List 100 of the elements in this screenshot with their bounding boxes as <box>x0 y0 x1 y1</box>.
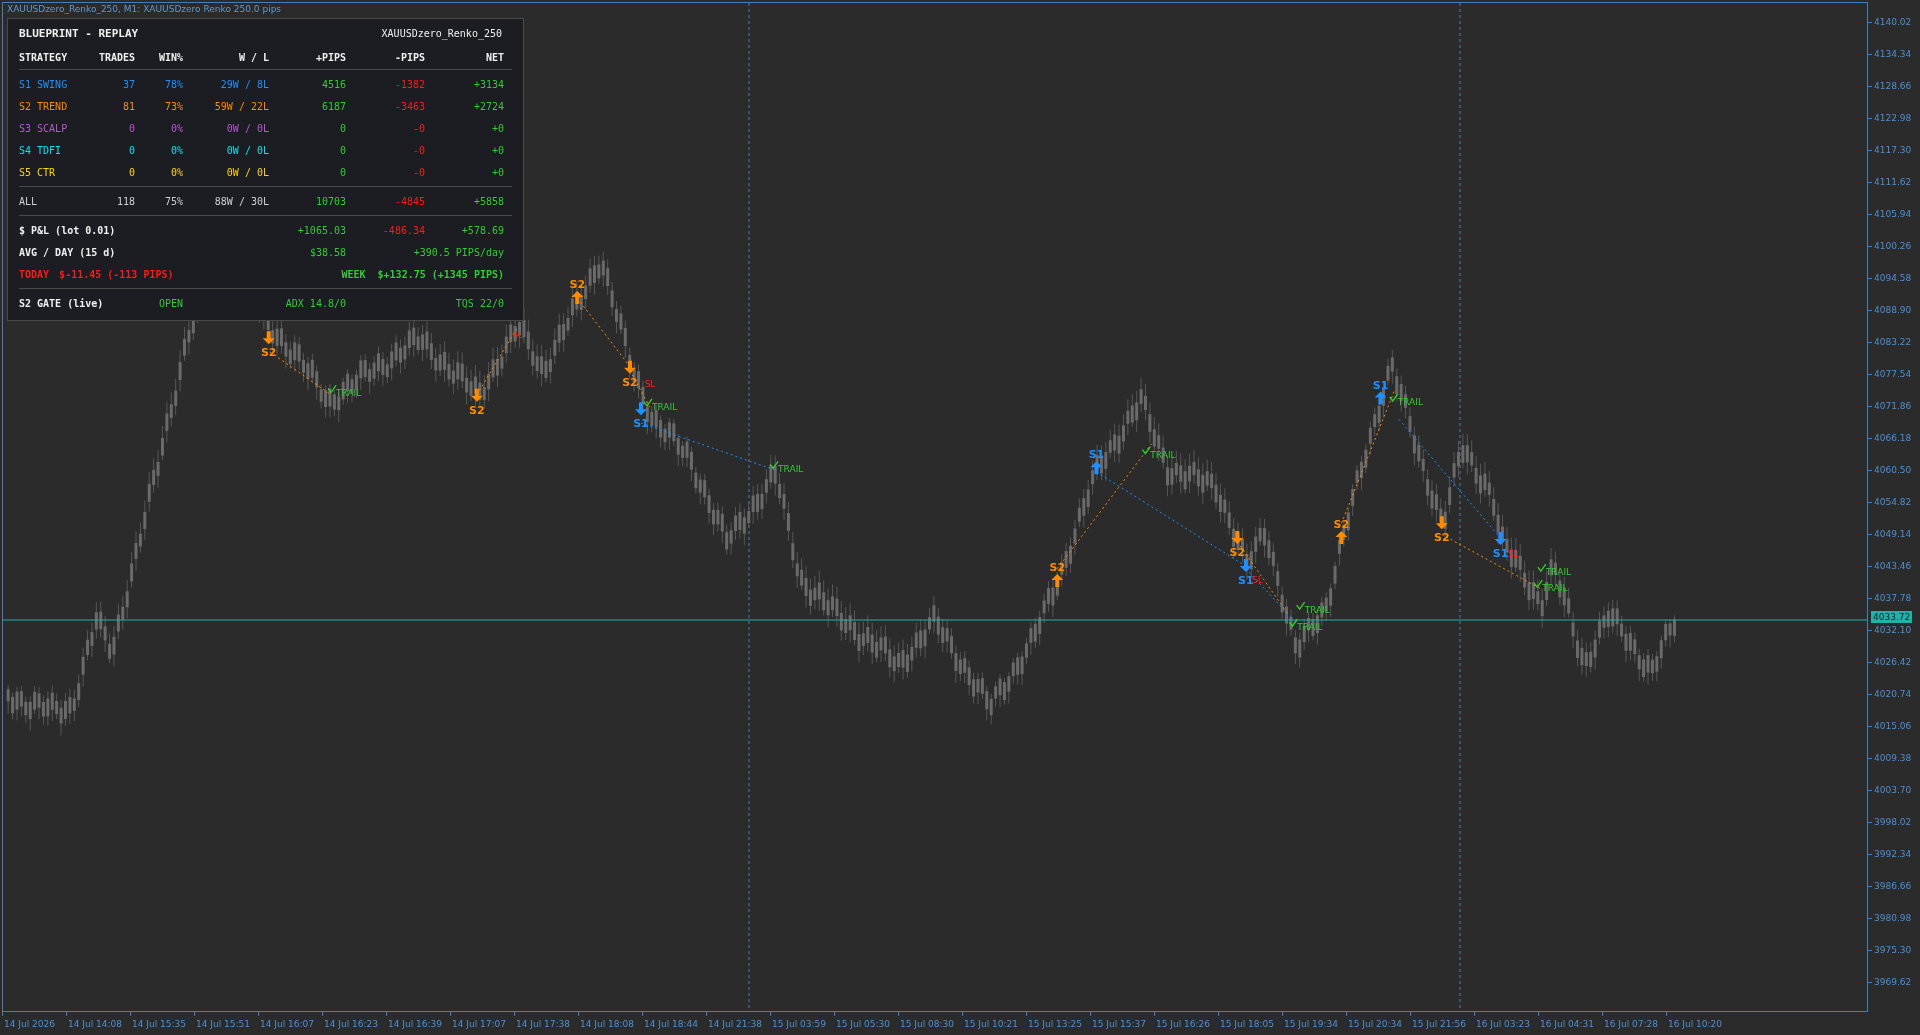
exit-label: TRAIL <box>652 401 678 412</box>
strategy-name: S4 TDFI <box>19 144 63 156</box>
time-label: 14 Jul 16:39 <box>386 1012 450 1033</box>
column-header: -PIPS <box>393 51 425 63</box>
price-label: 4100.26 <box>1868 237 1912 270</box>
time-label: 14 Jul 17:07 <box>450 1012 514 1033</box>
time-label: 14 Jul 14:08 <box>66 1012 130 1033</box>
window-title: XAUUSDzero_Renko_250, M1: XAUUSDzero Renko 250.0 pips <box>7 4 282 14</box>
column-header: W / L <box>237 51 269 63</box>
price-label: 4088.90 <box>1868 301 1912 334</box>
today-value: $-11.45 (-113 PIPS) <box>59 268 174 280</box>
check-icon <box>1141 445 1152 455</box>
exit-label: TRAIL <box>1304 605 1330 616</box>
price-label: 4003.70 <box>1868 781 1912 814</box>
table-cell-text: +2724 <box>472 100 504 112</box>
time-label: 16 Jul 10:20 <box>1666 1012 1730 1033</box>
pnl-value: -486.34 <box>381 224 425 236</box>
check-icon <box>1389 393 1399 403</box>
pnl-value: +1065.03 <box>296 224 346 236</box>
signal-label: S2 <box>1434 531 1450 545</box>
signal-label: S2 <box>622 375 638 389</box>
exit-label: TRAIL <box>1297 622 1323 633</box>
table-cell-text: -1382 <box>393 78 425 90</box>
signal-label: S2 <box>1229 545 1246 559</box>
price-label: 4071.86 <box>1868 397 1912 430</box>
time-label: 15 Jul 05:30 <box>834 1012 898 1033</box>
price-label: 4049.14 <box>1868 525 1912 558</box>
signal-label: S2 <box>1049 560 1066 574</box>
avg-day-value: +390.5 PIPS/day <box>412 246 504 258</box>
check-icon <box>1288 618 1298 628</box>
price-label: 4032.10 <box>1868 621 1912 654</box>
price-label: 4094.58 <box>1868 269 1912 302</box>
table-cell-text: 0 <box>127 166 135 178</box>
check-icon <box>1295 601 1306 611</box>
table-cell-text: ALL <box>19 195 39 207</box>
price-label: 4026.42 <box>1868 653 1912 686</box>
time-label: 16 Jul 03:23 <box>1474 1012 1538 1033</box>
time-label: 14 Jul 16:23 <box>322 1012 386 1033</box>
time-label: 16 Jul 07:28 <box>1602 1012 1666 1033</box>
time-label: 15 Jul 18:05 <box>1218 1012 1282 1033</box>
table-cell-text: 0 <box>338 166 346 178</box>
table-cell-text: 59W / 22L <box>213 100 269 112</box>
time-label: 15 Jul 10:21 <box>962 1012 1026 1033</box>
table-cell-text: 75% <box>163 195 183 207</box>
pnl-label: $ P&L (lot 0.01) <box>19 224 117 236</box>
price-label: 4122.98 <box>1868 109 1912 142</box>
time-label: 15 Jul 21:56 <box>1410 1012 1474 1033</box>
price-label: 4043.46 <box>1868 557 1912 590</box>
time-label: 15 Jul 15:37 <box>1090 1012 1154 1033</box>
table-cell-text: 0W / 0L <box>225 166 269 178</box>
table-cell-text: 78% <box>163 78 183 90</box>
price-label: 3975.30 <box>1868 941 1912 974</box>
table-cell-text: 0 <box>127 144 135 156</box>
exit-label: TRAIL <box>1397 396 1423 407</box>
table-cell-text: 6187 <box>320 100 346 112</box>
exit-label: TRAIL <box>336 388 362 399</box>
column-header: +PIPS <box>314 51 346 63</box>
time-label: 14 Jul 2026 <box>2 1012 66 1033</box>
exit-label: SL <box>1252 574 1263 585</box>
panel-title: BLUEPRINT - REPLAY <box>19 27 139 40</box>
time-label: 14 Jul 15:51 <box>194 1012 258 1033</box>
table-cell-text: -4845 <box>393 195 425 207</box>
signal-label: S2 <box>469 403 485 417</box>
price-label: 4077.54 <box>1868 365 1912 398</box>
pnl-value: +578.69 <box>460 224 504 236</box>
table-cell-text: 0% <box>169 166 183 178</box>
time-label: 16 Jul 04:31 <box>1538 1012 1602 1033</box>
price-label: 3969.62 <box>1868 973 1912 1006</box>
table-cell-text: +0 <box>490 122 504 134</box>
price-label: 4083.22 <box>1868 333 1912 366</box>
time-label: 14 Jul 18:08 <box>578 1012 642 1033</box>
strategy-name: S2 TREND <box>19 100 69 112</box>
price-label: 3992.34 <box>1868 845 1912 878</box>
table-cell-text: 81 <box>121 100 135 112</box>
price-label: 4015.06 <box>1868 717 1912 750</box>
signal-label: S1 <box>633 417 649 431</box>
week-value: $+132.75 (+1345 PIPS) <box>377 268 504 280</box>
table-cell-text: 10703 <box>314 195 346 207</box>
price-label: 4009.38 <box>1868 749 1912 782</box>
symbol-label: XAUUSDzero_Renko_250 <box>381 28 502 39</box>
time-label: 15 Jul 13:25 <box>1026 1012 1090 1033</box>
gate-label: S2 GATE (live) <box>19 297 105 309</box>
week-label: WEEK <box>341 268 366 280</box>
exit-label: SL <box>512 329 524 340</box>
avg-day-value: $38.58 <box>308 246 346 258</box>
strategy-name: S3 SCALP <box>19 122 69 134</box>
table-cell-text: 37 <box>121 78 135 90</box>
signal-label: S1 <box>1238 574 1254 588</box>
table-cell-text: +3134 <box>472 78 504 90</box>
column-header: TRADES <box>97 51 135 63</box>
time-label: 15 Jul 08:30 <box>898 1012 962 1033</box>
time-label: 14 Jul 17:38 <box>514 1012 578 1033</box>
time-label: 15 Jul 20:34 <box>1346 1012 1410 1033</box>
price-label: 4128.66 <box>1868 77 1912 110</box>
time-label: 15 Jul 19:34 <box>1282 1012 1346 1033</box>
price-label: 4117.30 <box>1868 141 1912 174</box>
price-label: 4060.50 <box>1868 461 1912 494</box>
signal-label: S1 <box>1492 547 1509 561</box>
signal-label: S2 <box>569 278 586 292</box>
table-cell-text: -0 <box>411 166 425 178</box>
